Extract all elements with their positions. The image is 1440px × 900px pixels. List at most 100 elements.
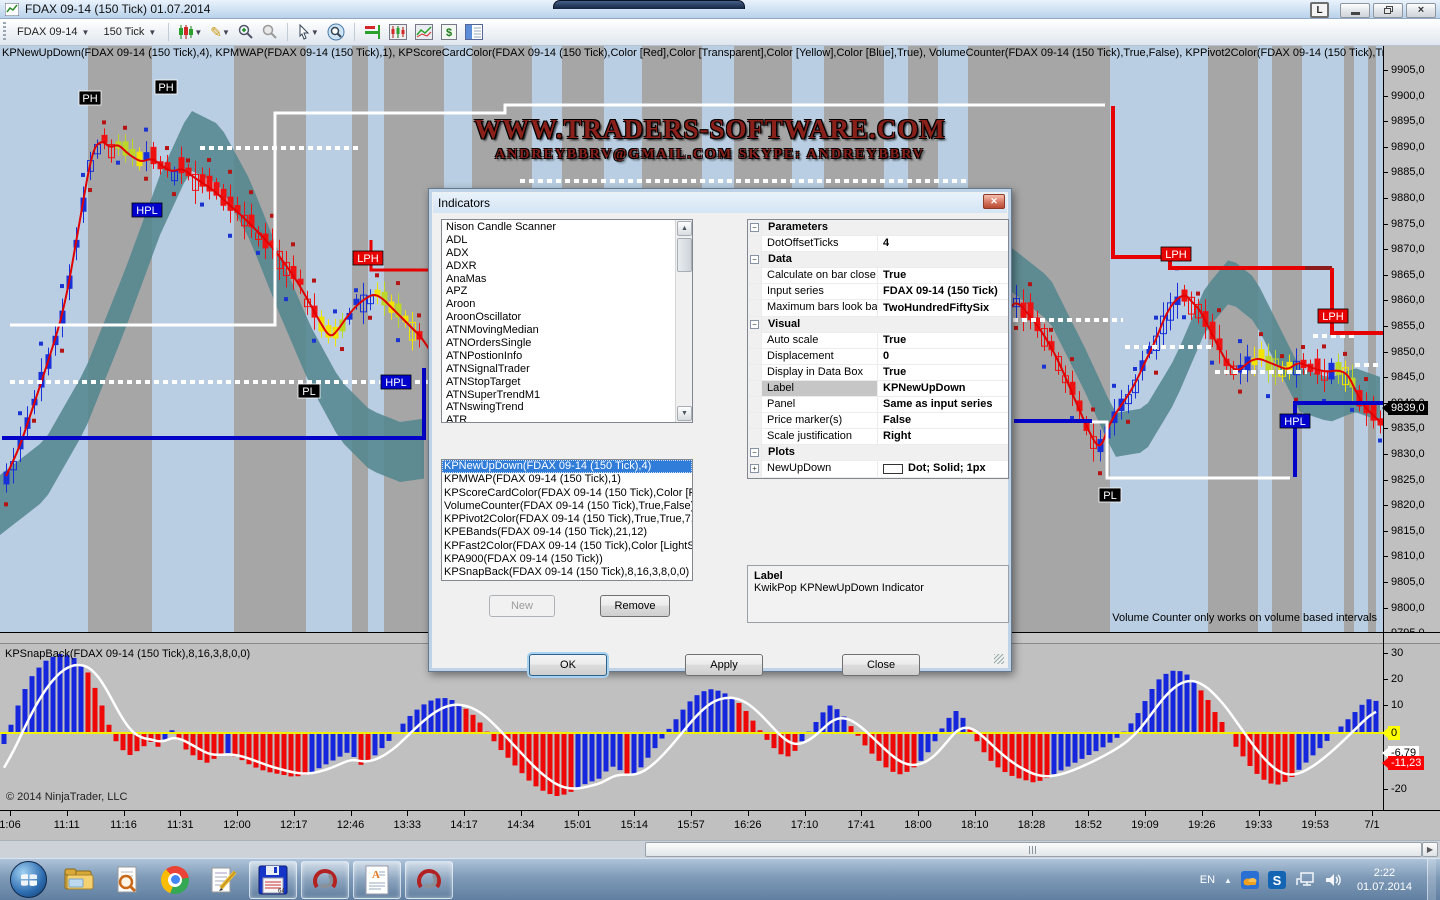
show-desktop-button[interactable] (1427, 859, 1436, 900)
cursor-button[interactable]: ▼ (294, 23, 322, 41)
taskbar-app-ninjatrader-2[interactable] (405, 861, 453, 899)
property-value[interactable]: True (878, 268, 1008, 283)
configured-indicator-item[interactable]: KPFast2Color(FDAX 09-14 (150 Tick),Color… (442, 540, 692, 553)
expand-collapse-icon[interactable]: − (750, 320, 759, 329)
horizontal-scrollbar[interactable]: ▶ (0, 840, 1440, 858)
scrollbar-right-arrow[interactable]: ▶ (1422, 842, 1438, 857)
property-row[interactable]: Display in Data BoxTrue (748, 365, 1008, 381)
property-category-row[interactable]: −Parameters (748, 220, 1008, 236)
indicator-list-item[interactable]: ATNswingTrend (443, 401, 675, 414)
chart-style-button[interactable]: ▼ (175, 23, 205, 41)
indicator-list-item[interactable]: ADX (443, 247, 675, 260)
indicator-list-item[interactable]: ATNOrdersSingle (443, 337, 675, 350)
property-value[interactable]: 4 (878, 236, 1008, 251)
scroll-up-arrow[interactable]: ▲ (677, 221, 692, 236)
indicator-list-item[interactable]: ATNMovingMedian (443, 324, 675, 337)
configured-indicators-list[interactable]: KPNewUpDown(FDAX 09-14 (150 Tick),4)KPMW… (441, 459, 693, 581)
restore-button[interactable] (1373, 3, 1403, 18)
data-grid-button[interactable] (361, 23, 384, 41)
taskbar-app-floppy[interactable]: 64 (249, 861, 297, 899)
expand-collapse-icon[interactable]: − (750, 223, 759, 232)
tray-expand-icon[interactable]: ▲ (1224, 876, 1232, 885)
indicator-list-item[interactable]: ADL (443, 234, 675, 247)
indicator-list-item[interactable]: Aroon (443, 298, 675, 311)
draw-button[interactable]: ✎ ▼ (207, 24, 233, 40)
minimize-button[interactable] (1340, 3, 1370, 18)
market-analyzer-button[interactable] (412, 23, 436, 41)
background-window-tab[interactable] (553, 0, 745, 9)
search-button[interactable] (110, 863, 144, 897)
plot-color-swatch[interactable] (883, 464, 903, 474)
scrollbar-thumb[interactable] (645, 842, 1422, 857)
scroll-down-arrow[interactable]: ▼ (677, 406, 692, 421)
time-axis[interactable]: 1:0611:1111:1611:3112:0012:1712:4613:331… (0, 810, 1440, 840)
chrome-button[interactable] (158, 863, 192, 897)
property-row[interactable]: Calculate on bar closeTrue (748, 268, 1008, 284)
indicator-list-item[interactable]: ATNSignalTrader (443, 363, 675, 376)
configured-indicator-item[interactable]: KPMWAP(FDAX 09-14 (150 Tick),1) (442, 473, 692, 486)
new-button[interactable]: New (489, 595, 555, 617)
cloud-app-icon[interactable] (1241, 871, 1259, 889)
property-grid[interactable]: −ParametersDotOffsetTicks4−DataCalculate… (747, 219, 1009, 479)
configured-indicator-item[interactable]: VolumeCounter(FDAX 09-14 (150 Tick),True… (442, 500, 692, 513)
property-category-row[interactable]: −Visual (748, 317, 1008, 333)
property-row[interactable]: DotOffsetTicks4 (748, 236, 1008, 252)
expand-collapse-icon[interactable]: − (750, 255, 759, 264)
network-icon[interactable] (1295, 871, 1315, 889)
expand-collapse-icon[interactable]: + (750, 464, 759, 473)
explorer-button[interactable] (62, 863, 96, 897)
close-button[interactable]: × (1406, 3, 1436, 18)
property-row[interactable]: +NewUpDownDot; Solid; 1px (748, 461, 1008, 477)
volume-icon[interactable] (1324, 871, 1344, 889)
property-value[interactable]: 0 (878, 349, 1008, 364)
interval-dropdown[interactable]: 150 Tick ▼ (96, 23, 163, 41)
property-category-row[interactable]: −Data (748, 252, 1008, 268)
property-row[interactable]: Price marker(s)False (748, 413, 1008, 429)
remove-button[interactable]: Remove (600, 595, 670, 617)
configured-indicator-item[interactable]: KPPivot2Color(FDAX 09-14 (150 Tick),True… (442, 513, 692, 526)
indicator-list-item[interactable]: ATNStopTarget (443, 376, 675, 389)
configured-indicator-item[interactable]: KPEBands(FDAX 09-14 (150 Tick),21,12) (442, 526, 692, 539)
indicator-list-item[interactable]: APZ (443, 285, 675, 298)
indicator-list-item[interactable]: AnaMas (443, 273, 675, 286)
configured-indicator-item[interactable]: KPA900(FDAX 09-14 (150 Tick)) (442, 553, 692, 566)
property-row[interactable]: Maximum bars look backTwoHundredFiftySix (748, 300, 1008, 316)
price-axis[interactable]: 9905,09900,09895,09890,09885,09880,09875… (1384, 46, 1440, 632)
scroll-thumb[interactable] (677, 238, 692, 272)
indicator-list-item[interactable]: AroonOscillator (443, 311, 675, 324)
property-value[interactable]: KPNewUpDown (878, 381, 1008, 396)
properties-button[interactable] (462, 23, 486, 41)
property-value[interactable]: True (878, 333, 1008, 348)
property-value[interactable]: Dot; Solid; 1px (878, 461, 1008, 476)
property-value[interactable]: TwoHundredFiftySix (878, 300, 1008, 315)
configured-indicator-item[interactable]: KPSnapBack(FDAX 09-14 (150 Tick),8,16,3,… (442, 566, 692, 579)
expand-collapse-icon[interactable]: − (750, 448, 759, 457)
taskbar-app-wordpad[interactable]: A (353, 861, 401, 899)
indicator-list-item[interactable]: ATR (443, 414, 675, 423)
property-row[interactable]: Scale justificationRight (748, 429, 1008, 445)
list-scrollbar[interactable]: ▲ ▼ (675, 220, 692, 422)
property-row[interactable]: Displacement0 (748, 349, 1008, 365)
apply-button[interactable]: Apply (685, 654, 763, 676)
start-button[interactable] (10, 861, 47, 898)
toolbar-grip[interactable] (3, 22, 6, 42)
notepad-button[interactable] (206, 863, 240, 897)
property-row[interactable]: Auto scaleTrue (748, 333, 1008, 349)
zoom-in-button[interactable] (235, 23, 257, 41)
property-category-row[interactable]: −Plots (748, 445, 1008, 461)
lock-button[interactable]: L (1310, 2, 1329, 18)
oscillator-axis[interactable]: 302010-200-6,79-11,23 (1384, 644, 1440, 810)
property-row[interactable]: LabelKPNewUpDown (748, 381, 1008, 397)
available-indicators-list[interactable]: Nison Candle ScannerADLADXADXRAnaMasAPZA… (441, 219, 693, 423)
configured-indicator-item[interactable]: KPScoreCardColor(FDAX 09-14 (150 Tick),C… (442, 487, 692, 500)
property-row[interactable]: Input seriesFDAX 09-14 (150 Tick) (748, 284, 1008, 300)
close-button-dialog[interactable]: Close (842, 654, 920, 676)
property-value[interactable]: Right (878, 429, 1008, 444)
clock[interactable]: 2:22 01.07.2014 (1357, 866, 1412, 894)
configured-indicator-item[interactable]: KPNewUpDown(FDAX 09-14 (150 Tick),4) (442, 460, 692, 473)
indicator-list-item[interactable]: ATNPostionInfo (443, 350, 675, 363)
taskbar-app-ninjatrader[interactable] (301, 861, 349, 899)
dialog-titlebar[interactable]: Indicators ✕ (433, 193, 1007, 213)
dialog-close-button[interactable]: ✕ (983, 194, 1005, 209)
skype-icon[interactable]: S (1268, 871, 1286, 889)
